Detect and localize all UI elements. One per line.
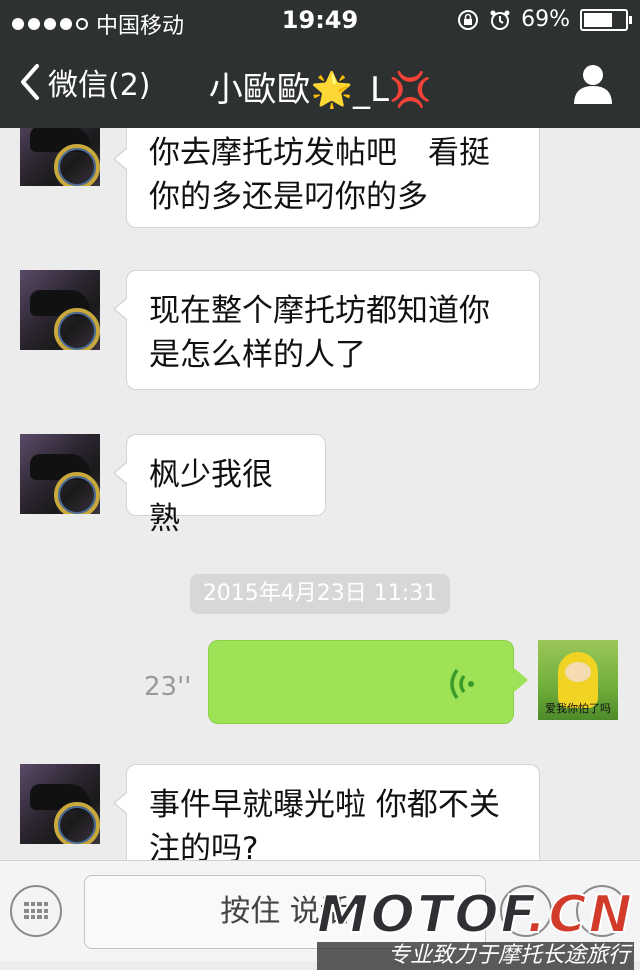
chat-title: 小歐歐🌟_L💢 — [208, 70, 432, 110]
hold-to-talk-button[interactable]: 按住 说话 — [84, 875, 486, 949]
contact-avatar[interactable] — [20, 128, 100, 186]
status-right: 69% — [457, 7, 632, 32]
voice-message-bubble[interactable] — [208, 640, 528, 724]
contact-avatar[interactable] — [20, 434, 100, 514]
battery-percent: 69% — [521, 7, 570, 32]
my-avatar[interactable]: 爱我你怕了吗 — [538, 640, 618, 720]
input-bar: 按住 说话 — [0, 860, 640, 961]
rotation-lock-icon — [458, 9, 479, 30]
voice-wave-icon — [450, 668, 474, 700]
message-bubble[interactable]: 事件早就曝光啦 你都不关注的吗? — [113, 764, 540, 860]
battery-icon — [580, 8, 632, 31]
alarm-icon — [490, 10, 510, 30]
nav-bar: 微信(2) 小歐歐🌟_L💢 — [0, 40, 640, 128]
profile-icon[interactable] — [572, 62, 614, 104]
keyboard-toggle-button[interactable] — [10, 885, 62, 937]
top-bar: 中国移动 19:49 69% 微信(2) 小歐歐🌟_L💢 — [0, 0, 640, 128]
message-bubble[interactable]: 枫少我很熟 — [113, 434, 326, 537]
more-button[interactable] — [576, 885, 628, 937]
chat-area[interactable]: 你去摩托坊发帖吧 看挺你的多还是叼你的多 现在整个摩托坊都知道你是怎么样的人了 … — [0, 128, 640, 860]
avatar-caption: 爱我你怕了吗 — [545, 702, 611, 715]
message-bubble[interactable]: 现在整个摩托坊都知道你是怎么样的人了 — [113, 270, 540, 390]
keyboard-icon — [24, 902, 48, 920]
message-bubble[interactable]: 你去摩托坊发帖吧 看挺你的多还是叼你的多 — [113, 128, 540, 228]
voice-duration: 23'' — [144, 672, 192, 702]
status-bar: 中国移动 19:49 69% — [0, 0, 640, 40]
contact-avatar[interactable] — [20, 764, 100, 844]
emoji-button[interactable] — [500, 885, 552, 937]
contact-avatar[interactable] — [20, 270, 100, 350]
message-timestamp: 2015年4月23日 11:31 — [190, 574, 450, 614]
battery-fill — [584, 12, 612, 27]
